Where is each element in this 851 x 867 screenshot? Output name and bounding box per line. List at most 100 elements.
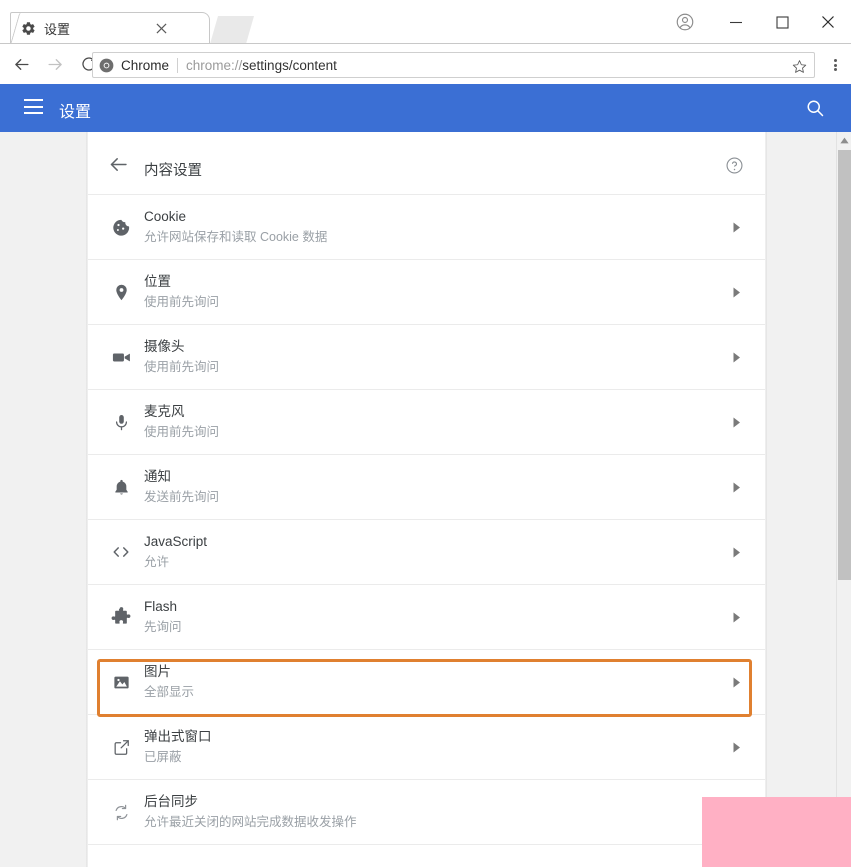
settings-row-flash[interactable]: Flash 先询问 <box>88 584 765 649</box>
code-brackets-icon <box>104 520 138 584</box>
omnibox-url-path: settings/content <box>242 57 337 73</box>
omnibox-divider <box>177 57 179 73</box>
settings-row-text: 图片 全部显示 <box>144 650 194 714</box>
settings-row-microphone[interactable]: 麦克风 使用前先询问 <box>88 389 765 454</box>
chevron-right-icon[interactable] <box>729 455 743 519</box>
content-back-arrow-icon[interactable] <box>108 154 130 176</box>
chevron-right-icon[interactable] <box>729 260 743 324</box>
bookmark-star-icon[interactable] <box>790 57 808 75</box>
row-subtitle: 允许 <box>144 555 170 569</box>
row-title: Flash <box>144 599 178 614</box>
chevron-right-icon[interactable] <box>729 390 743 454</box>
row-title: 后台同步 <box>144 794 198 809</box>
row-subtitle: 使用前先询问 <box>144 360 220 374</box>
row-title: 弹出式窗口 <box>144 729 212 744</box>
hamburger-icon[interactable] <box>24 99 43 114</box>
settings-header-bar: 设置 <box>0 84 851 132</box>
back-arrow-icon[interactable] <box>4 47 38 81</box>
window-minimize-button[interactable] <box>713 0 759 44</box>
chevron-right-icon[interactable] <box>729 195 743 259</box>
settings-row-text: 弹出式窗口 已屏蔽 <box>144 715 212 779</box>
chevron-right-icon[interactable] <box>729 520 743 584</box>
settings-row-text: Cookie 允许网站保存和读取 Cookie 数据 <box>144 195 327 259</box>
row-subtitle: 先询问 <box>144 620 182 634</box>
cookie-icon <box>104 195 138 259</box>
hamburger-line <box>24 105 43 108</box>
puzzle-piece-icon <box>104 585 138 649</box>
settings-row-popups[interactable]: 弹出式窗口 已屏蔽 <box>88 714 765 779</box>
menu-dot <box>833 59 837 62</box>
row-title: 图片 <box>144 664 171 679</box>
row-title: 通知 <box>144 469 171 484</box>
scrollbar-up-arrow-icon[interactable] <box>837 132 851 149</box>
settings-row-notifications[interactable]: 通知 发送前先询问 <box>88 454 765 519</box>
row-title: 麦克风 <box>144 404 185 419</box>
omnibox-url[interactable]: chrome://settings/content <box>186 58 337 73</box>
settings-body: 内容设置 Cookie 允许网站保存和读取 Cookie 数据 位置 使用前先询… <box>0 132 851 867</box>
settings-row-text: 位置 使用前先询问 <box>144 260 219 324</box>
settings-title: 设置 <box>59 104 92 121</box>
row-subtitle: 已屏蔽 <box>144 750 182 764</box>
window-close-button[interactable] <box>805 0 851 44</box>
settings-row-background-sync[interactable]: 后台同步 允许最近关闭的网站完成数据收发操作 <box>88 779 765 844</box>
settings-row-text: 摄像头 使用前先询问 <box>144 325 219 389</box>
three-dot-menu-icon[interactable] <box>824 52 846 78</box>
title-bar: 设置 <box>0 0 851 45</box>
hamburger-line <box>24 112 43 114</box>
content-settings-header: 内容设置 <box>88 132 765 194</box>
search-icon[interactable] <box>805 98 827 120</box>
omnibox-url-prefix: chrome:// <box>186 57 243 73</box>
row-subtitle: 允许最近关闭的网站完成数据收发操作 <box>144 815 357 829</box>
settings-row-text: 麦克风 使用前先询问 <box>144 390 219 454</box>
scrollbar-thumb[interactable] <box>838 150 851 580</box>
hamburger-line <box>24 99 43 101</box>
row-subtitle: 允许网站保存和读取 Cookie 数据 <box>144 230 328 244</box>
page-title: 内容设置 <box>144 163 202 179</box>
profile-avatar-icon[interactable] <box>657 0 713 44</box>
redaction-overlay <box>702 797 851 867</box>
chevron-right-icon[interactable] <box>729 325 743 389</box>
settings-row-text: 后台同步 允许最近关闭的网站完成数据收发操作 <box>144 780 357 844</box>
browser-window: 设置 Chrome chrome://settings/content 设置 内… <box>0 0 851 867</box>
microphone-icon <box>104 390 138 454</box>
row-title: JavaScript <box>144 534 208 549</box>
settings-row-images[interactable]: 图片 全部显示 <box>88 649 765 714</box>
chrome-logo-icon <box>99 57 115 73</box>
menu-dot <box>833 63 837 67</box>
row-subtitle: 发送前先询问 <box>144 490 220 504</box>
camera-icon <box>104 325 138 389</box>
row-subtitle: 使用前先询问 <box>144 425 220 439</box>
row-subtitle: 使用前先询问 <box>144 295 220 309</box>
window-maximize-button[interactable] <box>759 0 805 44</box>
settings-row-next-partial[interactable] <box>88 844 765 866</box>
bell-icon <box>104 455 138 519</box>
help-circle-icon[interactable] <box>725 156 745 176</box>
tab-close-icon[interactable] <box>153 20 169 36</box>
settings-row-text: JavaScript 允许 <box>144 520 207 584</box>
settings-row-camera[interactable]: 摄像头 使用前先询问 <box>88 324 765 389</box>
menu-dot <box>833 68 837 71</box>
row-title: 摄像头 <box>144 339 185 354</box>
omnibox-scheme-label: Chrome <box>121 57 170 73</box>
vertical-scrollbar[interactable] <box>836 132 851 867</box>
row-title: Cookie <box>144 209 187 224</box>
settings-row-cookie[interactable]: Cookie 允许网站保存和读取 Cookie 数据 <box>88 194 765 259</box>
chevron-right-icon[interactable] <box>729 650 743 714</box>
popup-window-icon <box>104 715 138 779</box>
row-subtitle: 全部显示 <box>144 685 195 699</box>
browser-tab-settings[interactable] <box>10 12 210 45</box>
settings-row-javascript[interactable]: JavaScript 允许 <box>88 519 765 584</box>
card-right-shadow <box>765 132 767 867</box>
location-pin-icon <box>104 260 138 324</box>
settings-row-location[interactable]: 位置 使用前先询问 <box>88 259 765 324</box>
chevron-right-icon[interactable] <box>729 585 743 649</box>
new-tab-slot[interactable] <box>209 16 255 44</box>
content-settings-card: 内容设置 Cookie 允许网站保存和读取 Cookie 数据 位置 使用前先询… <box>88 132 765 867</box>
address-bar[interactable]: Chrome chrome://settings/content <box>92 52 815 78</box>
window-controls <box>657 0 851 44</box>
image-icon <box>104 650 138 714</box>
chevron-right-icon[interactable] <box>729 715 743 779</box>
forward-arrow-icon <box>38 47 72 81</box>
tab-title: 设置 <box>44 22 71 37</box>
sync-icon <box>104 780 138 844</box>
